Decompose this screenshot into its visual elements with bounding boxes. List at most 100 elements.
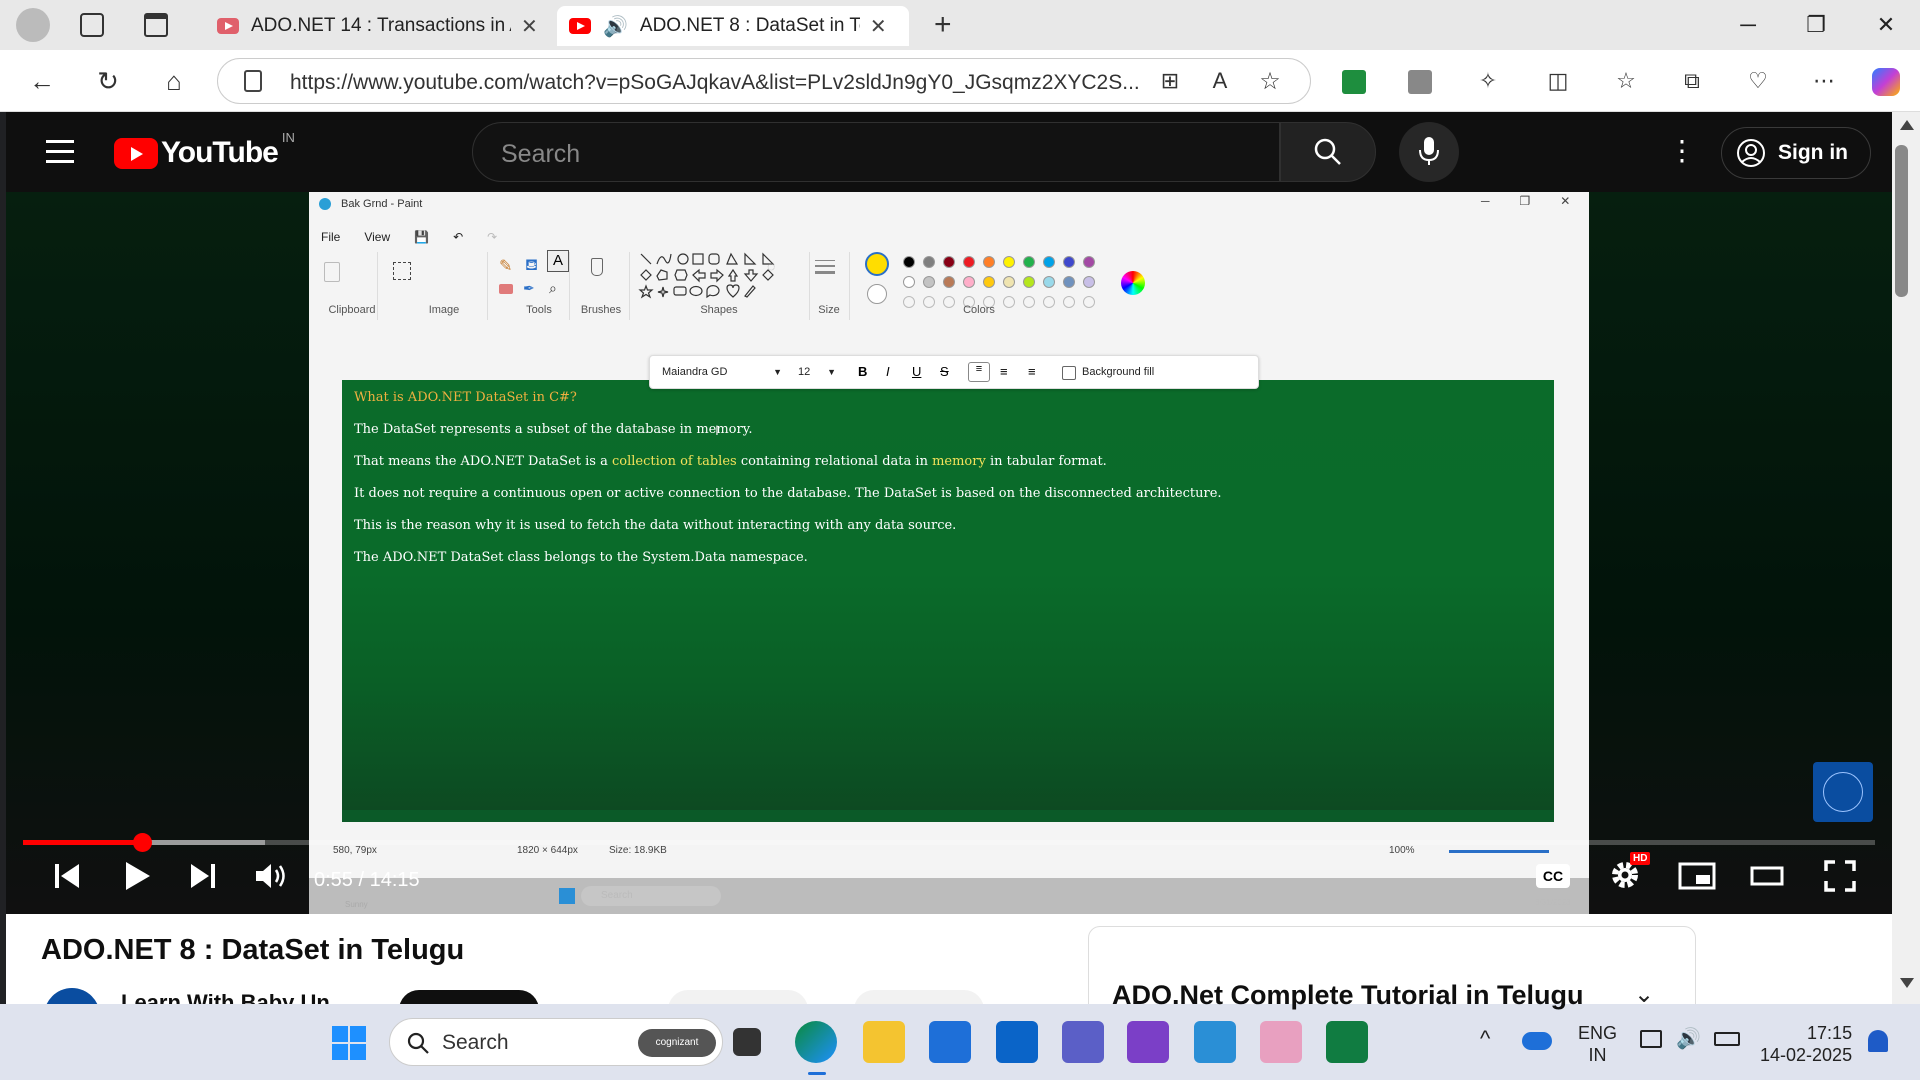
task-view-icon[interactable] — [733, 1028, 761, 1056]
progress-scrubber[interactable] — [133, 833, 152, 852]
taskbar-search[interactable]: Search cognizant — [389, 1018, 723, 1066]
youtube-logo[interactable]: YouTube IN — [114, 130, 295, 170]
favorite-icon[interactable]: ☆ — [1252, 63, 1288, 99]
palette-empty-swatch — [923, 296, 935, 308]
playlist-title[interactable]: ADO.Net Complete Tutorial in Telugu — [1112, 980, 1584, 1011]
read-aloud-icon[interactable]: A — [1202, 63, 1238, 99]
url-field[interactable]: https://www.youtube.com/watch?v=pSoGAJqk… — [217, 58, 1311, 104]
play-icon[interactable] — [122, 860, 152, 892]
tab-actions-icon[interactable] — [144, 13, 168, 37]
background-fill-checkbox — [1062, 366, 1076, 380]
subscribe-button[interactable] — [399, 990, 539, 1004]
fullscreen-icon[interactable] — [1824, 860, 1856, 892]
group-label-clipboard: Clipboard — [328, 304, 376, 316]
minimize-button[interactable]: ─ — [1720, 8, 1776, 42]
palette-swatch — [903, 276, 915, 288]
favorites-icon[interactable]: ☆ — [1608, 63, 1644, 99]
refresh-icon[interactable]: ↻ — [90, 63, 126, 99]
paint-save-icon: 💾 — [414, 230, 430, 244]
tab-dataset[interactable]: 🔊 ADO.NET 8 : DataSet in Telugu ✕ — [557, 6, 909, 46]
youtube-search-input[interactable]: Search — [472, 122, 1280, 182]
volume-tray-icon[interactable]: 🔊 — [1676, 1026, 1701, 1051]
apps-icon[interactable]: ⊞ — [1152, 63, 1188, 99]
performance-icon[interactable]: ♡ — [1740, 63, 1776, 99]
like-button[interactable] — [668, 990, 808, 1004]
store-icon[interactable] — [929, 1021, 971, 1063]
extension-green-icon[interactable] — [1342, 70, 1366, 94]
settings-button[interactable]: HD — [1608, 852, 1651, 892]
edge-icon[interactable] — [795, 1021, 837, 1063]
notification-bell-icon[interactable] — [1868, 1030, 1888, 1052]
lock-icon[interactable] — [244, 70, 262, 92]
sign-in-button[interactable]: Sign in — [1721, 127, 1871, 179]
more-options-icon[interactable]: ⋮ — [1668, 134, 1696, 167]
outlook-icon[interactable] — [996, 1021, 1038, 1063]
channel-avatar[interactable] — [44, 988, 100, 1004]
onedrive-icon[interactable] — [1522, 1032, 1552, 1050]
menu-icon[interactable] — [46, 140, 74, 163]
channel-watermark[interactable] — [1813, 762, 1873, 822]
tab-transactions[interactable]: ADO.NET 14 : Transactions in ADO ✕ — [205, 6, 557, 46]
extension-notion-icon[interactable] — [1408, 70, 1432, 94]
teams-icon[interactable] — [1062, 1021, 1104, 1063]
home-icon[interactable]: ⌂ — [156, 63, 192, 99]
subtitles-button[interactable]: CC — [1536, 864, 1570, 888]
voice-search-button[interactable] — [1399, 122, 1459, 182]
profile-icon[interactable] — [16, 8, 50, 42]
video-player[interactable]: Bak Grnd - Paint ─ ❐ ✕ File View 💾 ↶ ↷ ✎… — [6, 192, 1892, 914]
excel-icon[interactable] — [1326, 1021, 1368, 1063]
new-tab-button[interactable]: + — [934, 8, 952, 42]
zoom-slider — [1449, 850, 1549, 853]
file-explorer-icon[interactable] — [863, 1021, 905, 1063]
visual-studio-icon[interactable] — [1127, 1021, 1169, 1063]
search-button[interactable] — [1280, 122, 1376, 182]
network-icon[interactable] — [1640, 1030, 1662, 1048]
share-button[interactable] — [854, 990, 984, 1004]
close-tab-icon[interactable]: ✕ — [870, 14, 887, 39]
workspaces-icon[interactable] — [80, 13, 104, 37]
canvas-line-3: It does not require a continuous open or… — [354, 486, 1222, 501]
text-cursor-icon: I — [715, 422, 719, 438]
more-icon[interactable]: ⋯ — [1806, 63, 1842, 99]
extensions-icon[interactable]: ✧ — [1470, 63, 1506, 99]
zoom-level: 100% — [1389, 845, 1415, 856]
snipping-tool-icon[interactable] — [1260, 1021, 1302, 1063]
color-picker-icon: ✒ — [523, 280, 535, 296]
paint-status-bar: 580, 79px 1820 × 644px Size: 18.9KB 100% — [309, 842, 1589, 882]
language-indicator[interactable]: ENG IN — [1578, 1022, 1617, 1066]
copilot-icon[interactable] — [1872, 68, 1900, 96]
split-screen-icon[interactable]: ◫ — [1540, 63, 1576, 99]
collections-icon[interactable]: ⧉ — [1674, 63, 1710, 99]
restore-button[interactable]: ❐ — [1788, 8, 1844, 42]
scroll-down-icon[interactable] — [1900, 978, 1914, 988]
region-code: IN — [281, 130, 295, 145]
scroll-up-icon[interactable] — [1900, 120, 1914, 130]
speaker-icon[interactable]: 🔊 — [603, 14, 628, 39]
canvas-line-2-a: That means the ADO.NET DataSet is a — [354, 454, 612, 469]
close-window-button[interactable]: ✕ — [1858, 8, 1914, 42]
playlist-expand-chevron-icon[interactable]: ⌄ — [1634, 980, 1654, 1009]
scroll-thumb[interactable] — [1895, 145, 1908, 297]
channel-name[interactable]: Learn With Baby Un — [121, 990, 330, 1004]
battery-icon[interactable] — [1714, 1032, 1740, 1046]
photos-icon[interactable] — [1194, 1021, 1236, 1063]
palette-swatch — [1023, 256, 1035, 268]
back-icon[interactable]: ← — [24, 63, 60, 99]
next-icon[interactable] — [188, 861, 218, 891]
clock[interactable]: 17:15 14-02-2025 — [1760, 1022, 1852, 1066]
volume-icon[interactable] — [254, 860, 288, 892]
clock-time: 17:15 — [1807, 1023, 1853, 1043]
previous-icon[interactable] — [52, 861, 82, 891]
palette-empty-swatch — [1083, 296, 1095, 308]
miniplayer-icon[interactable] — [1678, 862, 1716, 890]
italic-icon: I — [886, 364, 890, 379]
group-label-brushes: Brushes — [580, 304, 622, 316]
close-tab-icon[interactable]: ✕ — [521, 14, 538, 39]
canvas-size: 1820 × 644px — [517, 845, 578, 856]
start-icon[interactable] — [332, 1026, 366, 1060]
chevron-up-icon[interactable]: ^ — [1480, 1026, 1490, 1052]
progress-bar[interactable] — [23, 840, 1875, 845]
url-text[interactable]: https://www.youtube.com/watch?v=pSoGAJqk… — [290, 71, 1140, 95]
theater-mode-icon[interactable] — [1750, 866, 1784, 886]
color-palette — [899, 252, 1119, 312]
